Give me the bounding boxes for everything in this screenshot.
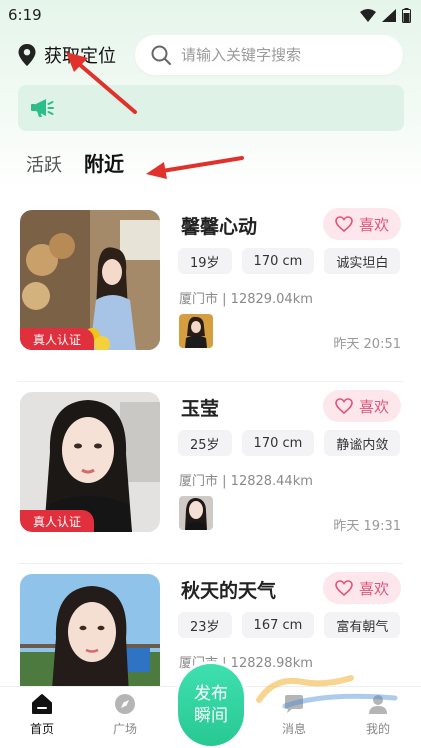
battery-icon <box>402 7 411 23</box>
profile-thumbnail[interactable] <box>179 496 213 530</box>
status-bar: 6:19 <box>0 0 421 30</box>
like-label: 喜欢 <box>358 215 389 234</box>
tag-personality: 诚实坦白 <box>324 248 401 274</box>
nav-home[interactable]: 首页 <box>12 693 72 737</box>
location-pin-icon <box>18 44 36 66</box>
home-icon <box>32 694 52 714</box>
profile-location: 厦门市 | 12829.04km <box>179 292 313 307</box>
nav-mine[interactable]: 我的 <box>348 693 408 737</box>
profile-city: 厦门市 <box>179 292 219 307</box>
profile-photo[interactable]: 真人认证 <box>20 210 160 350</box>
tag-height: 170 cm <box>241 248 315 274</box>
like-button[interactable]: 喜欢 <box>323 390 401 422</box>
search-input[interactable] <box>181 46 391 64</box>
profile-tags: 25岁 170 cm 静谧内敛 <box>178 430 401 456</box>
nav-plaza[interactable]: 广场 <box>95 693 155 737</box>
profile-thumbnail[interactable] <box>179 314 213 348</box>
tag-age: 25岁 <box>178 430 232 456</box>
nav-mine-label: 我的 <box>365 722 390 736</box>
nav-home-label: 首页 <box>29 722 54 736</box>
profile-card[interactable]: 真人认证 玉莹 喜欢 25岁 170 cm 静谧内敛 厦门市 | 12828.4… <box>18 382 403 564</box>
profile-distance: 12828.44km <box>230 474 313 489</box>
message-icon <box>285 695 303 713</box>
heart-icon <box>335 580 353 596</box>
verified-badge: 真人认证 <box>20 328 94 350</box>
status-time: 6:19 <box>8 6 42 24</box>
profile-card[interactable]: 真人认证 馨馨心动 喜欢 19岁 170 cm 诚实坦白 厦门市 | 12829… <box>18 200 403 382</box>
tab-nearby[interactable]: 附近 <box>84 148 124 177</box>
location-button[interactable]: 获取定位 <box>18 40 116 70</box>
thumbnail-image <box>179 314 213 348</box>
profile-distance: 12828.98km <box>230 656 313 671</box>
publish-label-line2: 瞬间 <box>194 706 228 726</box>
profile-time: 昨天 19:31 <box>333 519 401 534</box>
verified-badge: 真人认证 <box>20 510 94 532</box>
heart-icon <box>335 398 353 414</box>
location-label: 获取定位 <box>44 46 116 67</box>
tag-age: 19岁 <box>178 248 232 274</box>
profile-time: 昨天 20:51 <box>333 337 401 352</box>
like-label: 喜欢 <box>358 579 389 598</box>
status-icons <box>360 7 411 23</box>
profile-name: 玉莹 <box>181 398 220 420</box>
publish-moment-button[interactable]: 发布 瞬间 <box>178 664 244 746</box>
tag-height: 170 cm <box>241 430 315 456</box>
search-bar[interactable] <box>135 35 403 75</box>
compass-icon <box>115 694 135 714</box>
tag-personality: 静谧内敛 <box>324 430 401 456</box>
profile-name: 馨馨心动 <box>181 216 258 238</box>
nav-messages-label: 消息 <box>281 722 306 736</box>
thumbnail-image <box>179 496 213 530</box>
profile-tags: 19岁 170 cm 诚实坦白 <box>178 248 401 274</box>
nav-plaza-label: 广场 <box>112 722 137 736</box>
user-icon <box>369 695 387 714</box>
like-button[interactable]: 喜欢 <box>323 208 401 240</box>
search-icon <box>151 45 171 65</box>
profile-location: 厦门市 | 12828.44km <box>179 474 313 489</box>
profile-name: 秋天的天气 <box>181 580 277 602</box>
publish-label-line1: 发布 <box>194 684 228 704</box>
feed-tabs: 活跃 附近 <box>26 148 124 177</box>
profile-photo[interactable]: 真人认证 <box>20 392 160 532</box>
tag-height: 167 cm <box>241 612 315 638</box>
like-label: 喜欢 <box>358 397 389 416</box>
wifi-icon <box>360 8 376 22</box>
like-button[interactable]: 喜欢 <box>323 572 401 604</box>
heart-icon <box>335 216 353 232</box>
megaphone-icon <box>31 99 54 117</box>
signal-icon <box>382 8 396 22</box>
profile-tags: 23岁 167 cm 富有朝气 <box>178 612 401 638</box>
tab-active[interactable]: 活跃 <box>26 151 62 177</box>
notice-banner[interactable] <box>18 85 404 131</box>
nav-messages[interactable]: 消息 <box>264 693 324 737</box>
tag-age: 23岁 <box>178 612 232 638</box>
profile-city: 厦门市 <box>179 474 219 489</box>
tag-personality: 富有朝气 <box>324 612 401 638</box>
profile-distance: 12829.04km <box>230 292 313 307</box>
